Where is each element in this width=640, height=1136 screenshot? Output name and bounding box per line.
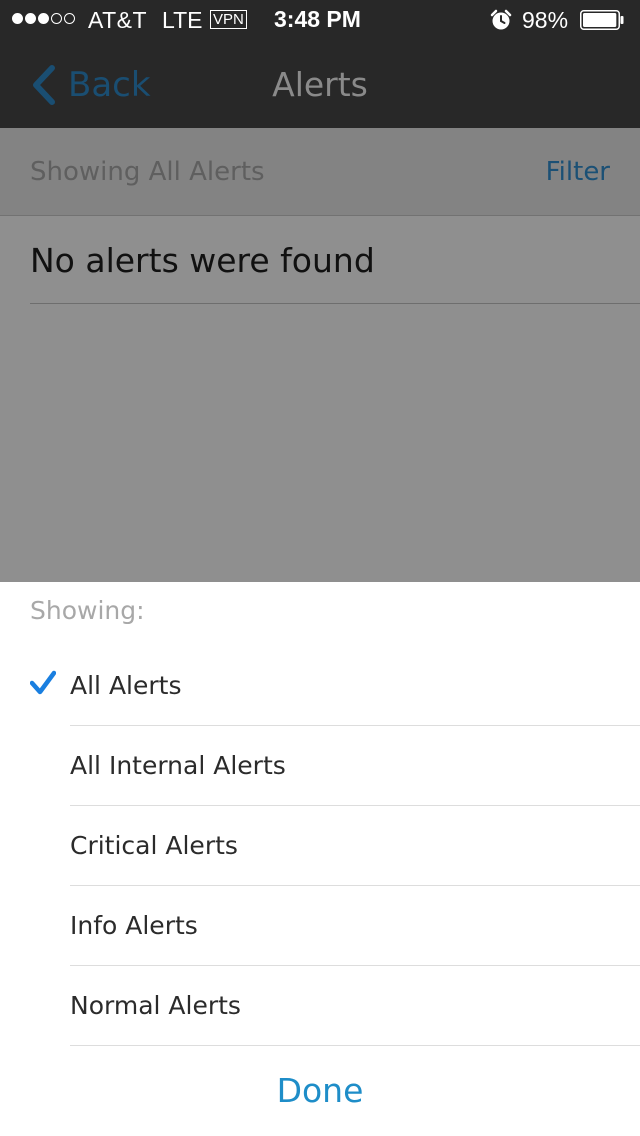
option-all-internal-alerts[interactable]: All Internal Alerts [0,726,640,806]
network-type: LTE [162,7,203,33]
option-label: Normal Alerts [70,991,241,1020]
alarm-clock-icon [490,9,512,30]
signal-dot [12,13,23,24]
option-all-alerts[interactable]: All Alerts [0,646,640,726]
alerts-screen: AT&T LTE VPN 3:48 PM 98% Back Alerts Sho… [0,0,640,1136]
option-info-alerts[interactable]: Info Alerts [0,886,640,966]
status-bar: AT&T LTE VPN 3:48 PM 98% [0,0,640,40]
page-title: Alerts [272,65,368,104]
vpn-badge: VPN [210,10,247,29]
done-button[interactable]: Done [0,1066,640,1116]
checkmark-icon [30,670,56,695]
option-normal-alerts[interactable]: Normal Alerts [0,966,640,1046]
status-time: 3:48 PM [274,6,361,32]
sheet-title: Showing: [30,596,145,625]
filter-header: Showing All Alerts Filter [0,128,640,216]
option-label: All Internal Alerts [70,751,286,780]
divider [70,1045,640,1046]
battery-icon [580,10,624,30]
showing-status-label: Showing All Alerts [30,157,265,187]
option-label: Info Alerts [70,911,198,940]
battery-percentage: 98% [522,7,569,33]
option-label: All Alerts [70,671,182,700]
battery-fill [583,13,617,27]
option-critical-alerts[interactable]: Critical Alerts [0,806,640,886]
signal-dot [38,13,49,24]
content-area-dimmed: Showing All Alerts Filter No alerts were… [0,128,640,582]
navigation-bar: Back Alerts [0,40,640,128]
signal-dot [51,13,62,24]
filter-button[interactable]: Filter [546,152,610,192]
divider [30,303,640,304]
carrier-name: AT&T [88,7,148,33]
signal-dot [25,13,36,24]
empty-state-message: No alerts were found [30,241,375,280]
filter-sheet: Showing: All Alerts All Internal Alerts … [0,582,640,1136]
signal-strength-icon [12,13,75,24]
signal-dot [64,13,75,24]
option-label: Critical Alerts [70,831,238,860]
